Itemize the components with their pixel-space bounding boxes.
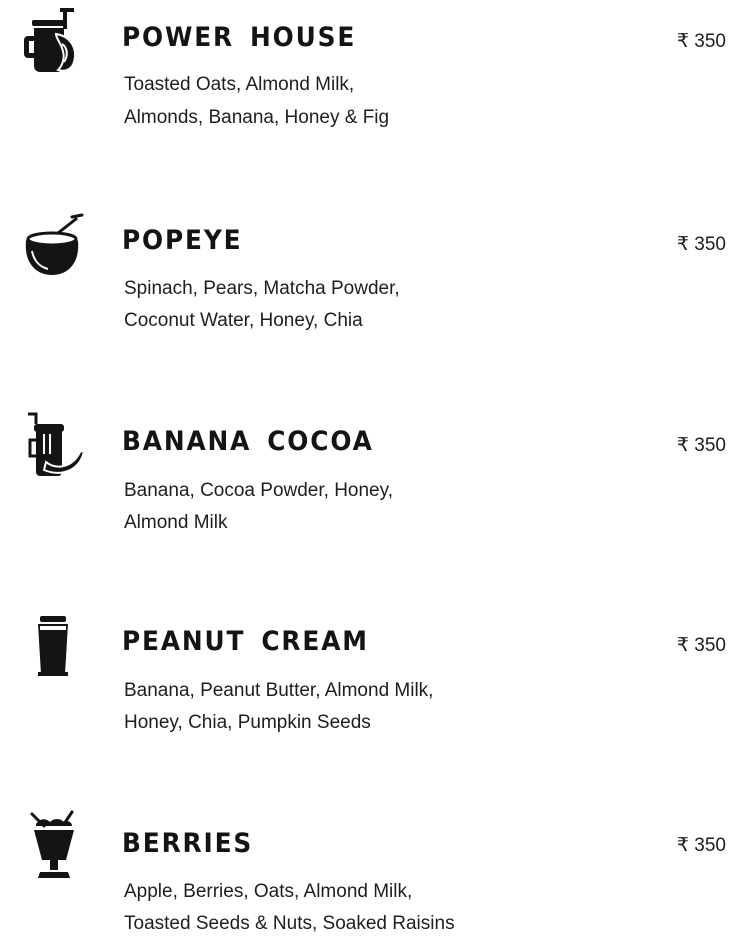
item-description-line-2: Coconut Water, Honey, Chia	[124, 310, 363, 331]
item-price: ₹ 350	[676, 435, 726, 456]
item-price: ₹ 350	[676, 835, 726, 856]
item-description-line-1: Spinach, Pears, Matcha Powder,	[124, 278, 400, 299]
menu-item-peanut-cream[interactable]: PEANUT CREAM Banana, Peanut Butter, Almo…	[0, 604, 738, 744]
smoothie-menu: POWER HOUSE Toasted Oats, Almond Milk, A…	[0, 0, 738, 936]
tall-glass-icon	[18, 612, 90, 684]
item-description-line-1: Toasted Oats, Almond Milk,	[124, 74, 355, 95]
sundae-glass-icon	[18, 810, 90, 882]
item-price: ₹ 350	[676, 635, 726, 656]
item-name: POWER HOUSE	[122, 22, 357, 53]
banana-shake-icon	[18, 410, 90, 482]
menu-item-banana-cocoa[interactable]: BANANA COCOA Banana, Cocoa Powder, Honey…	[0, 404, 738, 544]
item-name: POPEYE	[122, 225, 243, 256]
mason-jar-banana-icon	[16, 6, 88, 78]
coconut-drink-icon	[18, 211, 90, 283]
item-description-line-2: Honey, Chia, Pumpkin Seeds	[124, 712, 371, 733]
item-name: BANANA COCOA	[122, 426, 374, 457]
item-description-line-2: Toasted Seeds & Nuts, Soaked Raisins	[124, 913, 455, 934]
menu-item-power-house[interactable]: POWER HOUSE Toasted Oats, Almond Milk, A…	[0, 0, 738, 140]
item-description-line-2: Almonds, Banana, Honey & Fig	[124, 107, 390, 128]
menu-item-berries[interactable]: BERRIES Apple, Berries, Oats, Almond Mil…	[0, 806, 738, 946]
item-description-line-2: Almond Milk	[124, 512, 228, 533]
item-price: ₹ 350	[676, 31, 726, 52]
item-price: ₹ 350	[676, 234, 726, 255]
item-name: PEANUT CREAM	[122, 626, 369, 657]
item-description-line-1: Banana, Cocoa Powder, Honey,	[124, 480, 393, 501]
menu-item-popeye[interactable]: POPEYE Spinach, Pears, Matcha Powder, Co…	[0, 203, 738, 343]
item-description-line-1: Apple, Berries, Oats, Almond Milk,	[124, 881, 413, 902]
item-name: BERRIES	[122, 828, 254, 859]
item-description-line-1: Banana, Peanut Butter, Almond Milk,	[124, 680, 434, 701]
